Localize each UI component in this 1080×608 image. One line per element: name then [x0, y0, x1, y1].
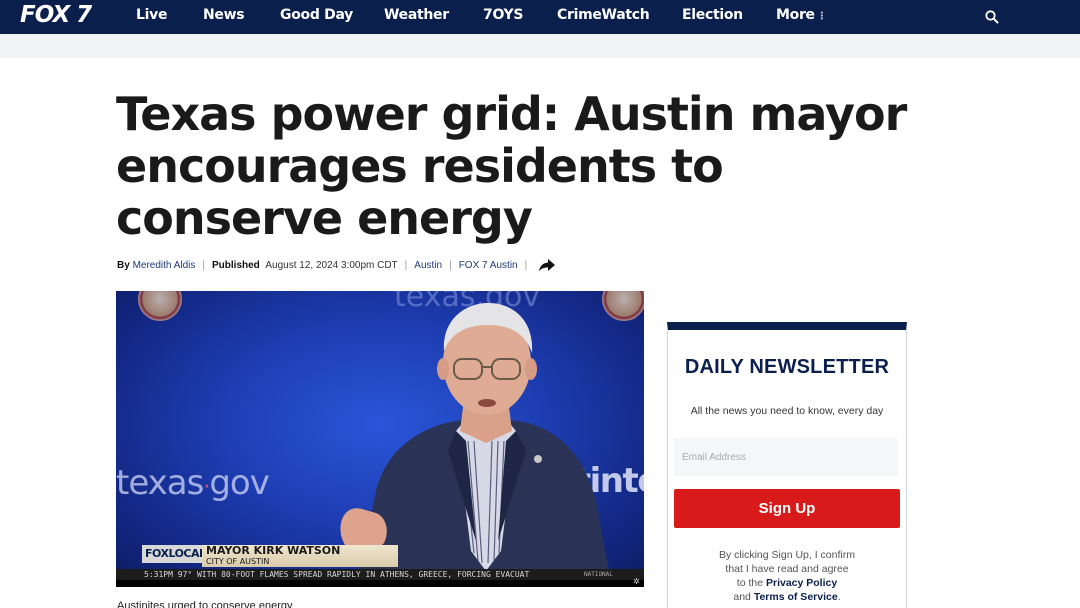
speaker-name-plate: MAYOR KIRK WATSON CITY OF AUSTIN: [202, 545, 398, 567]
newsletter-subtitle: All the news you need to know, every day: [690, 405, 884, 417]
tag-austin[interactable]: Austin: [414, 260, 442, 271]
nav-item-crimewatch[interactable]: CrimeWatch: [557, 7, 650, 23]
author-link[interactable]: Meredith Aldis: [133, 260, 196, 271]
city-seal-left: [138, 291, 182, 321]
sub-navigation-bar: [0, 34, 1080, 58]
fox7-logo[interactable]: FOX 7: [20, 2, 92, 28]
foxlocal-logo: FOXLOCAL: [142, 545, 209, 563]
nav-item-election[interactable]: Election: [682, 7, 743, 23]
article-byline: By Meredith Aldis | Published August 12,…: [117, 258, 556, 272]
ticker-tag: NATIONAL: [584, 571, 613, 578]
privacy-policy-link[interactable]: Privacy Policy: [766, 577, 837, 589]
tag-fox7-austin[interactable]: FOX 7 Austin: [459, 260, 518, 271]
more-dots-icon: ⋮: [816, 11, 827, 22]
nav-item-7oys[interactable]: 7OYS: [483, 7, 523, 23]
backdrop-gov: gov: [209, 463, 270, 503]
network-bug-icon: ✲: [633, 577, 640, 586]
byline-by-label: By: [117, 259, 130, 271]
speaker-title: CITY OF AUSTIN: [206, 557, 270, 566]
ticker-text: 5:31PM 97° WITH 80-FOOT FLAMES SPREAD RA…: [144, 570, 530, 579]
video-caption: Austinites urged to conserve energy: [117, 600, 293, 608]
sign-up-button[interactable]: Sign Up: [674, 489, 900, 528]
backdrop-texas: texas: [116, 463, 204, 503]
nav-item-good-day[interactable]: Good Day: [280, 7, 353, 23]
video-bottom-bar: [116, 580, 644, 587]
backdrop-text-left: texas·gov: [116, 463, 270, 503]
speaker-name: MAYOR KIRK WATSON: [206, 544, 341, 557]
nav-item-live[interactable]: Live: [136, 7, 167, 23]
published-date: August 12, 2024 3:00pm CDT: [265, 259, 398, 271]
legal-line-4: and: [733, 591, 751, 603]
video-player[interactable]: texas.gov texas·gov austintexa: [116, 291, 644, 587]
search-icon[interactable]: [984, 9, 1000, 25]
legal-line-2: that I have read and agree: [725, 563, 849, 575]
newsletter-title: DAILY NEWSLETTER: [684, 356, 890, 378]
newsletter-signup-box: DAILY NEWSLETTER All the news you need t…: [667, 322, 907, 608]
share-icon[interactable]: [538, 258, 556, 272]
lower-third-graphic: FOXLOCAL MAYOR KIRK WATSON CITY OF AUSTI…: [142, 543, 422, 569]
nav-item-weather[interactable]: Weather: [384, 7, 449, 23]
nav-item-more[interactable]: More ⋮: [776, 7, 827, 23]
byline-divider: |: [202, 259, 205, 271]
nav-item-news[interactable]: News: [203, 7, 245, 23]
published-label: Published: [212, 259, 260, 271]
news-ticker: 5:31PM 97° WITH 80-FOOT FLAMES SPREAD RA…: [116, 569, 644, 580]
byline-divider: |: [404, 259, 408, 271]
newsletter-legal-text: By clicking Sign Up, I confirm that I ha…: [668, 548, 906, 604]
legal-line-1: By clicking Sign Up, I confirm: [719, 549, 855, 561]
legal-period: .: [837, 591, 841, 603]
email-field[interactable]: [674, 438, 898, 476]
byline-divider: |: [524, 259, 528, 271]
nav-more-label: More: [776, 7, 815, 23]
legal-line-3: to the: [736, 577, 764, 589]
article-headline: Texas power grid: Austin mayor encourage…: [116, 87, 907, 245]
byline-divider: |: [449, 259, 452, 271]
top-navigation: FOX 7 Live News Good Day Weather 7OYS Cr…: [0, 0, 1080, 34]
terms-of-service-link[interactable]: Terms of Service: [754, 591, 838, 603]
